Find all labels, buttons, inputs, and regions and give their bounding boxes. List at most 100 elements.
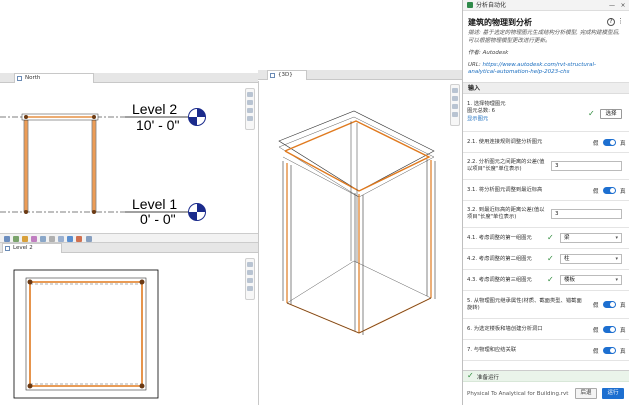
zoom-menu-icon[interactable] bbox=[247, 108, 253, 113]
3d-navigation-bar[interactable] bbox=[450, 84, 460, 126]
step-adjust-to-level: 3.1. 将分析图元调整到最近标高 假 真 bbox=[463, 180, 629, 201]
author-line: 作者: Autodesk bbox=[468, 50, 624, 57]
step-distance-tolerance: 2.2. 分析图元之间距离的公差(值以项目"长度"单位表示) 3 bbox=[463, 153, 629, 180]
author-value: Autodesk bbox=[482, 50, 509, 56]
zoom-menu-icon[interactable] bbox=[247, 278, 253, 283]
author-label: 作者: bbox=[468, 50, 481, 56]
plan-view-icon bbox=[5, 246, 10, 251]
chevron-down-icon: ▾ bbox=[615, 256, 618, 262]
step-label: 5. 从物理图元继承属性(材质、截面类型、错截面旋转) bbox=[467, 298, 582, 311]
nav-wheel-icon[interactable] bbox=[247, 92, 253, 97]
scale-icon[interactable] bbox=[4, 236, 10, 242]
create-openings-toggle[interactable] bbox=[603, 326, 616, 333]
toggle-true-label: 真 bbox=[620, 141, 626, 147]
distance-tolerance-input[interactable]: 3 bbox=[551, 161, 622, 171]
pan-icon[interactable] bbox=[247, 286, 253, 291]
pan-icon[interactable] bbox=[247, 116, 253, 121]
tab-3d-label: {3D} bbox=[278, 72, 293, 78]
3d-view-icon bbox=[270, 73, 275, 78]
show-elements-link[interactable]: 显示图元 bbox=[467, 116, 549, 123]
toggle-false-label: 假 bbox=[593, 303, 599, 309]
step-connection-rules: 2.1. 使用连接规则调整分析图元 假 真 bbox=[463, 132, 629, 153]
inputs-section-header[interactable]: 输入 bbox=[463, 82, 629, 94]
check-icon: ✓ bbox=[547, 233, 554, 242]
step-label: 4.1. 考虑调整的第一组图元 bbox=[467, 235, 532, 241]
elevation-view-icon bbox=[17, 76, 22, 81]
plan-navigation-bar[interactable] bbox=[245, 258, 255, 300]
detail-level-icon[interactable] bbox=[13, 236, 19, 242]
back-button[interactable]: 后退 bbox=[575, 388, 597, 399]
analytical-model-icon[interactable] bbox=[86, 236, 92, 242]
level-1-marker-icon[interactable] bbox=[188, 203, 206, 221]
nav-wheel-icon[interactable] bbox=[452, 88, 458, 93]
third-group-select[interactable]: 楼板 ▾ bbox=[560, 275, 622, 285]
pan-icon[interactable] bbox=[452, 112, 458, 117]
tab-level-2[interactable]: Level 2 bbox=[2, 243, 62, 253]
nav-wheel-icon[interactable] bbox=[247, 262, 253, 267]
tab-3d[interactable]: {3D} bbox=[267, 70, 307, 80]
second-group-value: 柱 bbox=[564, 256, 570, 262]
level-1-elevation: 0' - 0" bbox=[140, 211, 176, 227]
toggle-true-label: 真 bbox=[620, 189, 626, 195]
temp-hide-icon[interactable] bbox=[67, 236, 73, 242]
sun-path-icon[interactable] bbox=[31, 236, 37, 242]
crop-icon[interactable] bbox=[49, 236, 55, 242]
zoom-menu-icon[interactable] bbox=[452, 104, 458, 109]
reveal-hidden-icon[interactable] bbox=[76, 236, 82, 242]
toggle-false-label: 假 bbox=[593, 141, 599, 147]
second-group-select[interactable]: 柱 ▾ bbox=[560, 254, 622, 264]
shadows-icon[interactable] bbox=[40, 236, 46, 242]
level-2-marker-icon[interactable] bbox=[188, 108, 206, 126]
connection-rules-toggle[interactable] bbox=[603, 139, 616, 146]
tab-north[interactable]: North bbox=[14, 73, 94, 83]
panel-footer: ✓ 准备运行 Physical To Analytical for Buildi… bbox=[463, 370, 629, 405]
ready-text: 准备运行 bbox=[477, 375, 500, 381]
analysis-automation-panel: 分析自动化 — × 建筑的物理到分析 ? ⋮ 描述: 基于选定的物理图元生成结构… bbox=[462, 0, 629, 405]
step-label: 4.3. 考虑调整的第三组图元 bbox=[467, 277, 532, 283]
inherit-properties-toggle[interactable] bbox=[603, 301, 616, 308]
ready-status: ✓ 准备运行 bbox=[463, 371, 629, 382]
step-inherit-properties: 5. 从物理图元继承属性(材质、截面类型、错截面旋转) 假 真 bbox=[463, 291, 629, 319]
toggle-false-label: 假 bbox=[593, 349, 599, 355]
select-button[interactable]: 选择 bbox=[600, 109, 622, 119]
zoom-icon[interactable] bbox=[247, 270, 253, 275]
toggle-true-label: 真 bbox=[620, 349, 626, 355]
ready-check-icon: ✓ bbox=[467, 371, 474, 380]
toggle-true-label: 真 bbox=[620, 328, 626, 334]
level-1-name: Level 1 bbox=[132, 196, 178, 212]
minimize-button[interactable]: — bbox=[607, 1, 617, 10]
panel-title: 建筑的物理到分析 bbox=[468, 18, 532, 27]
north-elevation-view[interactable] bbox=[0, 84, 258, 234]
chevron-down-icon: ▾ bbox=[615, 235, 618, 241]
close-button[interactable]: × bbox=[618, 1, 628, 10]
zoom-icon[interactable] bbox=[452, 96, 458, 101]
zoom-icon[interactable] bbox=[247, 100, 253, 105]
north-navigation-bar[interactable] bbox=[245, 88, 255, 130]
crop-visible-icon[interactable] bbox=[58, 236, 64, 242]
step-create-openings: 6. 为选定楼板和墙创建分析洞口 假 真 bbox=[463, 319, 629, 340]
first-group-select[interactable]: 梁 ▾ bbox=[560, 233, 622, 243]
step-second-group: 4.2. 考虑调整的第二组图元 ✓ 柱 ▾ bbox=[463, 249, 629, 270]
level-tolerance-input[interactable]: 3 bbox=[551, 209, 622, 219]
help-url-link[interactable]: https://www.autodesk.com/rvt-structural-… bbox=[468, 62, 596, 75]
more-options-icon[interactable]: ⋮ bbox=[617, 17, 624, 25]
panel-titlebar: 分析自动化 — × bbox=[463, 0, 629, 11]
first-group-value: 梁 bbox=[564, 235, 570, 241]
visual-style-icon[interactable] bbox=[22, 236, 28, 242]
level-2-name: Level 2 bbox=[132, 101, 178, 117]
url-line: URL: https://www.autodesk.com/rvt-struct… bbox=[468, 62, 624, 76]
adjust-to-level-toggle[interactable] bbox=[603, 187, 616, 194]
3d-frame-drawing bbox=[278, 110, 436, 335]
chevron-down-icon: ▾ bbox=[615, 277, 618, 283]
level-2-plan-view[interactable] bbox=[0, 254, 258, 404]
check-icon: ✓ bbox=[547, 275, 554, 284]
url-label: URL: bbox=[468, 62, 481, 68]
window-title: 分析自动化 bbox=[476, 2, 507, 9]
help-icon[interactable]: ? bbox=[607, 18, 615, 26]
description: 描述: 基于选定的物理图元生成结构分析模型, 完成构建模型后, 可以根据物理模型… bbox=[468, 30, 620, 44]
tab-north-label: North bbox=[25, 75, 41, 81]
step-label: 2.1. 使用连接规则调整分析图元 bbox=[467, 139, 543, 145]
run-button[interactable]: 运行 bbox=[602, 388, 624, 399]
associate-toggle[interactable] bbox=[603, 347, 616, 354]
3d-view[interactable] bbox=[258, 81, 463, 405]
